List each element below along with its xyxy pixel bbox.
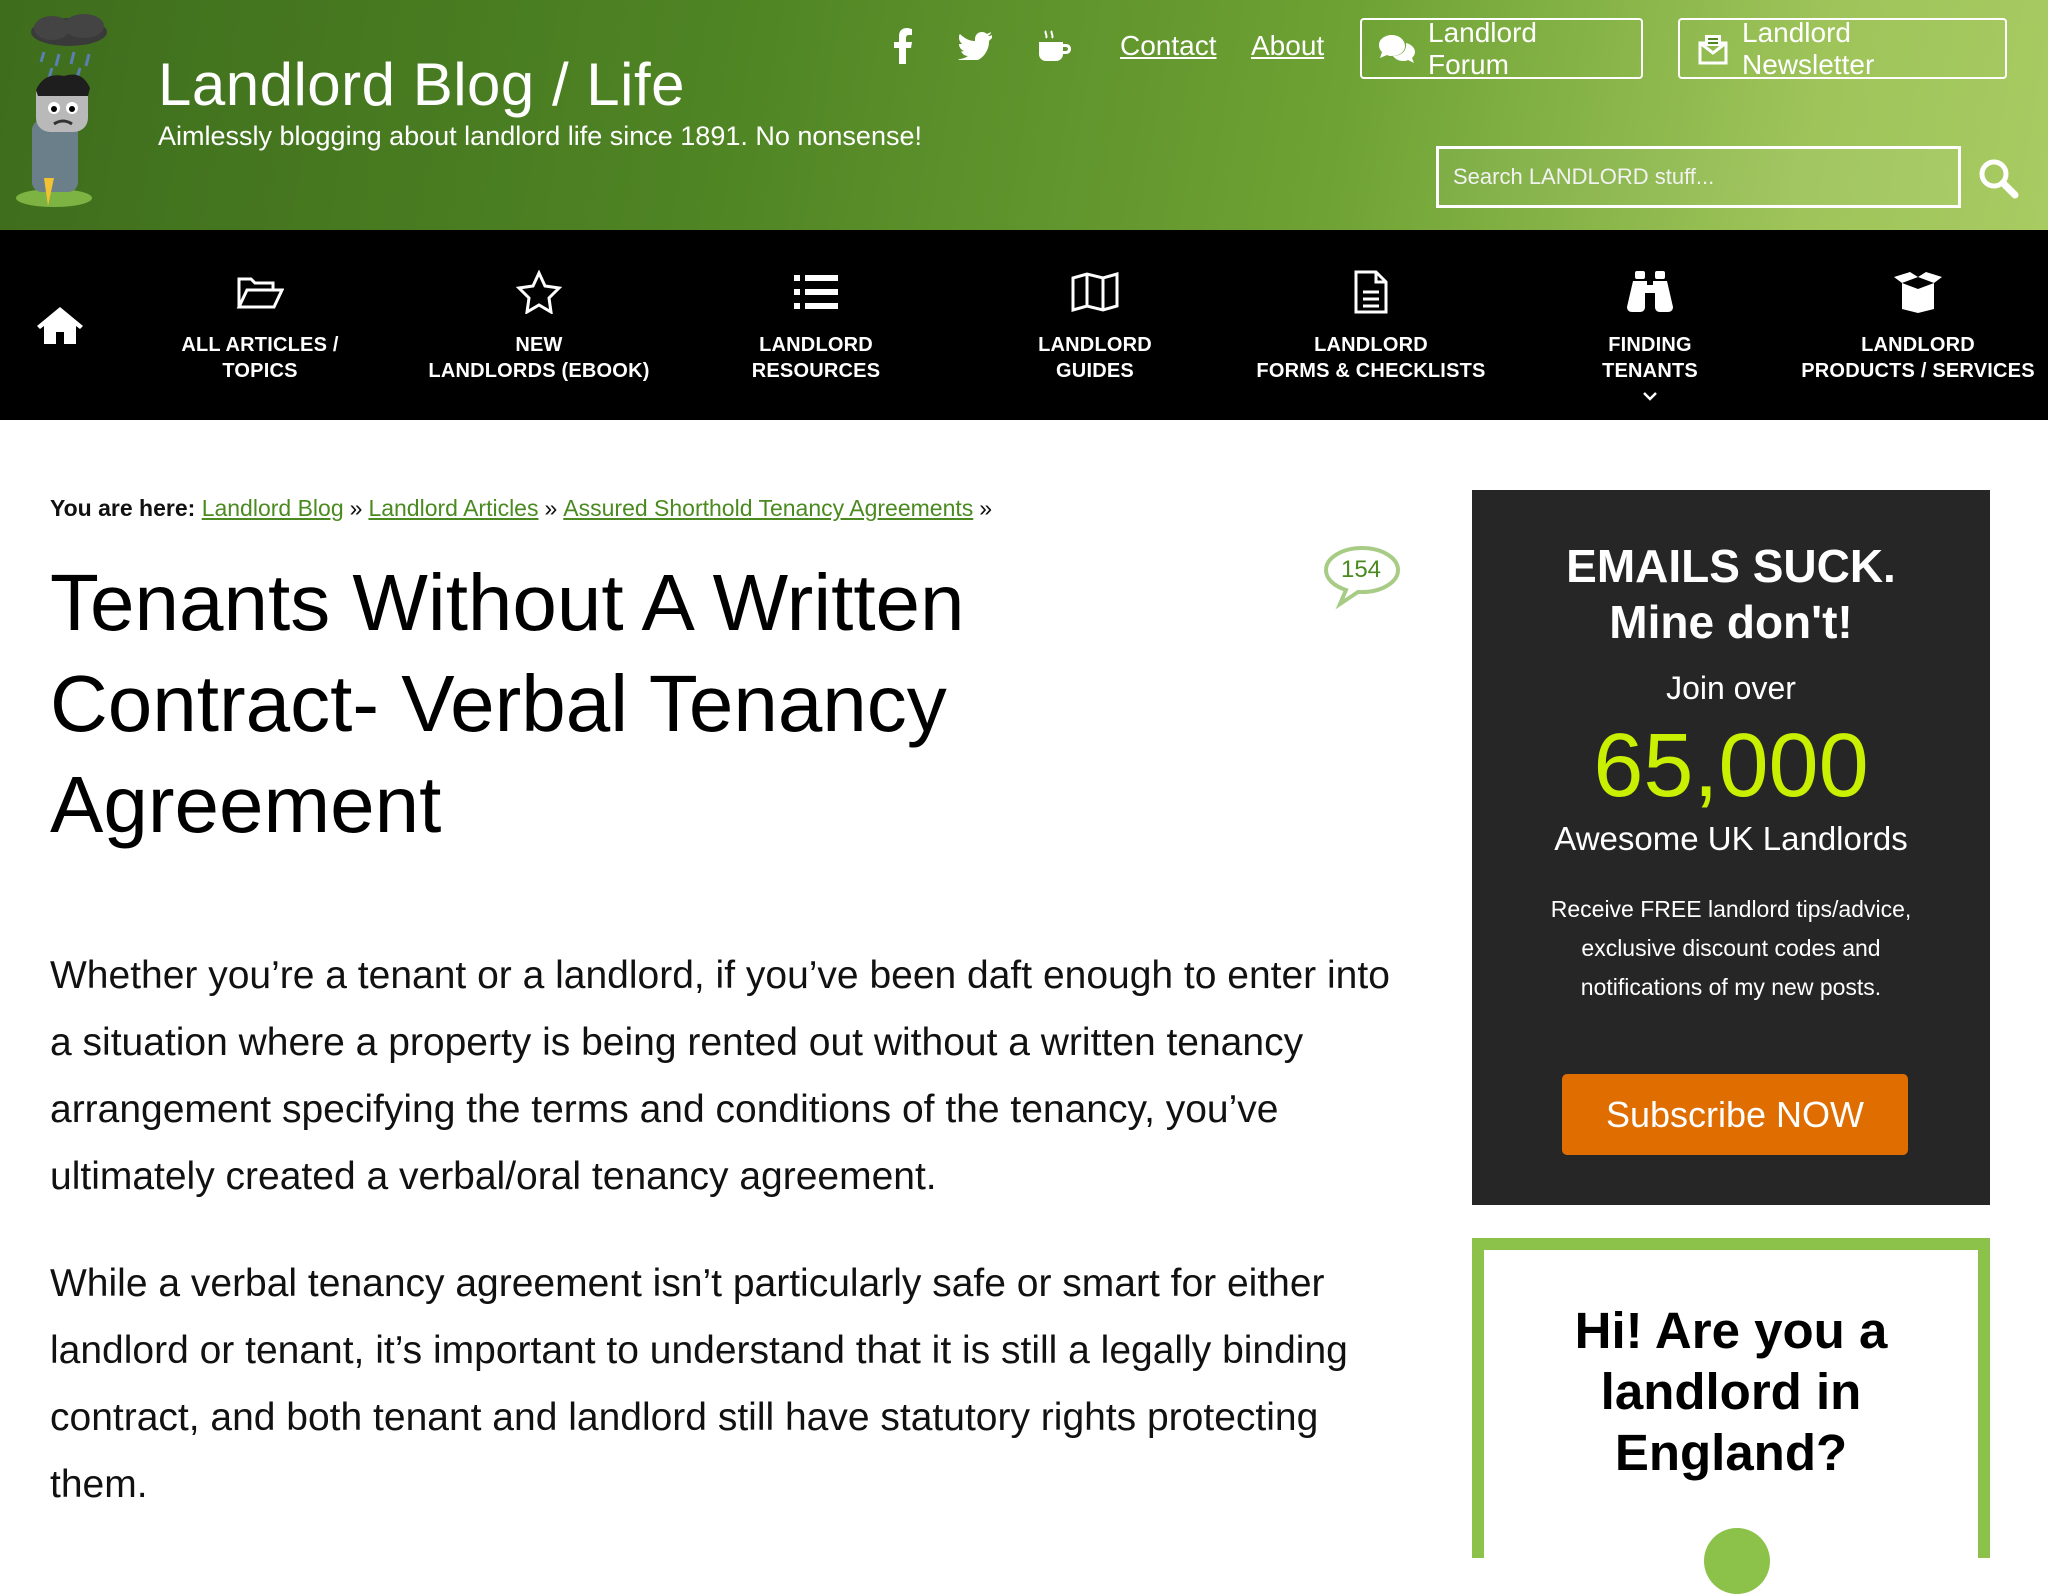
nav-item-label: LANDLORD FORMS & CHECKLISTS [1256, 334, 1486, 382]
landlord-survey-widget: Hi! Are you a landlord in England? [1472, 1238, 1990, 1594]
nav-item-label: NEW LANDLORDS (EBOOK) [428, 334, 650, 382]
post-paragraph: While a verbal tenancy agreement isn’t p… [50, 1262, 1348, 1506]
chevron-down-icon[interactable] [1643, 388, 1657, 406]
site-title[interactable]: Landlord Blog / Life [158, 50, 685, 119]
site-header: Landlord Blog / Life Aimlessly blogging … [0, 0, 2048, 230]
post-paragraph: Whether you’re a tenant or a landlord, i… [50, 954, 1390, 1198]
twitter-icon[interactable] [953, 24, 997, 68]
breadcrumb-separator: » [979, 495, 993, 521]
newsletter-promo: EMAILS SUCK. Mine don't! Join over 65,00… [1472, 490, 1990, 1205]
breadcrumb-prefix: You are here: [50, 495, 196, 521]
nav-item-forms-checklists[interactable]: LANDLORD FORMS & CHECKLISTS [1240, 268, 1502, 384]
nav-item-label: FINDING TENANTS [1602, 334, 1698, 382]
nav-item-new-landlords[interactable]: NEW LANDLORDS (EBOOK) [413, 268, 665, 384]
promo-headline: EMAILS SUCK. Mine don't! [1566, 540, 1896, 648]
breadcrumb-link-assured-shorthold[interactable]: Assured Shorthold Tenancy Agreements [563, 495, 973, 521]
landlord-newsletter-button[interactable]: Landlord Newsletter [1678, 16, 2007, 80]
star-icon [516, 268, 562, 316]
comment-count[interactable]: 154 [1322, 556, 1400, 584]
forum-button-label: Landlord Forum [1428, 16, 1537, 80]
survey-avatar [1704, 1528, 1770, 1594]
nav-item-finding-tenants[interactable]: FINDING TENANTS [1570, 268, 1730, 406]
promo-join-text: Join over [1666, 670, 1796, 706]
list-icon [794, 268, 838, 316]
survey-question: Hi! Are you a landlord in England? [1574, 1302, 1888, 1481]
facebook-icon[interactable] [881, 24, 925, 68]
breadcrumb-separator: » [544, 495, 558, 521]
landlord-forum-button[interactable]: Landlord Forum [1360, 16, 1643, 80]
document-icon [1354, 268, 1388, 316]
nav-item-label: LANDLORD GUIDES [1038, 334, 1152, 382]
map-icon [1071, 268, 1119, 316]
breadcrumb-link-landlord-blog[interactable]: Landlord Blog [202, 495, 344, 521]
nav-item-all-articles[interactable]: ALL ARTICLES / TOPICS [160, 268, 360, 384]
breadcrumb: You are here: Landlord Blog» Landlord Art… [50, 495, 998, 522]
mascot-logo-icon[interactable] [14, 10, 124, 210]
contact-link[interactable]: Contact [1120, 30, 1217, 62]
page-title: Tenants Without A Written Contract- Verb… [50, 558, 965, 849]
breadcrumb-link-landlord-articles[interactable]: Landlord Articles [368, 495, 538, 521]
nav-item-label: LANDLORD PRODUCTS / SERVICES [1801, 334, 2035, 382]
promo-subtitle: Awesome UK Landlords [1554, 820, 1908, 857]
search-input[interactable] [1436, 146, 1961, 208]
nav-item-label: LANDLORD RESOURCES [751, 334, 881, 382]
promo-description: Receive FREE landlord tips/advice, exclu… [1550, 896, 1912, 1000]
site-tagline: Aimlessly blogging about landlord life s… [158, 121, 922, 151]
coffee-icon[interactable] [1033, 24, 1077, 68]
newsletter-button-label: Landlord Newsletter [1742, 16, 1875, 80]
binoculars-icon [1627, 268, 1673, 316]
forum-chat-icon [1379, 34, 1415, 63]
about-link[interactable]: About [1251, 30, 1324, 62]
nav-item-products-services[interactable]: LANDLORD PRODUCTS / SERVICES [1788, 268, 2048, 384]
main-navigation: ALL ARTICLES / TOPICS NEW LANDLORDS (EBO… [0, 230, 2048, 420]
nav-item-label: ALL ARTICLES / TOPICS [181, 334, 339, 382]
promo-subscriber-count: 65,000 [1593, 716, 1869, 816]
subscribe-button[interactable]: Subscribe NOW [1562, 1074, 1908, 1155]
newsletter-icon [1698, 34, 1728, 64]
breadcrumb-separator: » [349, 495, 363, 521]
open-box-icon [1892, 268, 1944, 316]
search-icon[interactable] [1974, 154, 2022, 202]
home-icon[interactable] [30, 300, 90, 350]
folder-open-icon [236, 268, 284, 316]
nav-item-landlord-resources[interactable]: LANDLORD RESOURCES [706, 268, 926, 384]
nav-item-landlord-guides[interactable]: LANDLORD GUIDES [1000, 268, 1190, 384]
